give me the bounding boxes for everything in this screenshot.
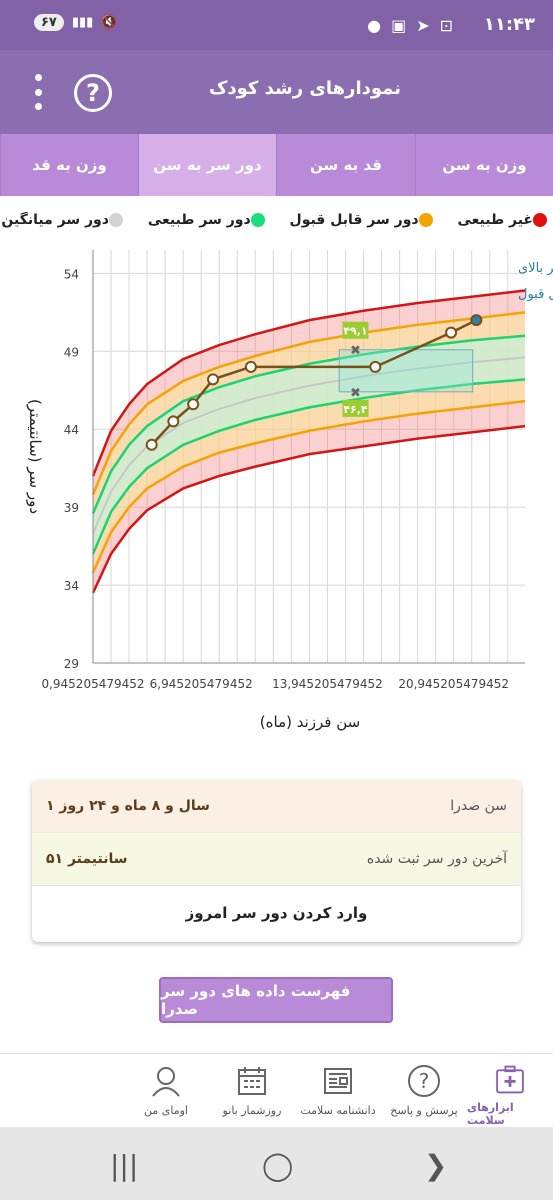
data-point [369, 360, 382, 373]
recents-icon[interactable]: ||| [110, 1149, 138, 1182]
nav-profile-label: اومای من [144, 1104, 188, 1117]
last-measure-value: ۵۱ سانتیمتر [46, 851, 128, 867]
legend-median: دور سر میانگین [1, 212, 129, 228]
screenshot-icon: ⊡ [439, 16, 453, 35]
x-tick-label: 20,945205479452 [398, 677, 509, 691]
x-tick-label: 0,945205479452 [41, 677, 144, 691]
annotation-text-1: ۰/۶ سانتیمتر بالای [518, 261, 553, 276]
tab-weight-height[interactable]: وزن به قد [0, 134, 138, 196]
growth-chart[interactable]: 29 34 39 44 49 54 0,945205479452 6,945205479452… [0, 240, 553, 750]
legend-abnormal: غیر طبیعی [457, 212, 553, 228]
chart-tabs: وزن به سن قد به سن دور سر به سن وزن به ق… [0, 134, 553, 196]
page-title: نمودارهای رشد کودک [208, 78, 401, 99]
svg-text:?: ? [419, 1069, 430, 1093]
y-axis-label: دور سر (سانتیمتر) [26, 399, 44, 514]
back-icon[interactable]: ❯ [424, 1149, 447, 1182]
info-card: ۱ سال و ۸ ماه و ۲۴ روز سن صدرا ۵۱ سانتیم… [32, 780, 521, 942]
legend-dot-median [108, 213, 123, 227]
nav-calendar[interactable]: روزشمار بانو [209, 1054, 295, 1127]
profile-icon [152, 1067, 180, 1097]
y-tick-label: 44 [64, 423, 79, 437]
tab-weight-age[interactable]: وزن به سن [415, 134, 553, 196]
range-marker: ✖ [350, 386, 361, 401]
nav-encyclopedia[interactable]: دانشنامه سلامت [295, 1054, 381, 1127]
annotation-text-2: دوده دور سر قابل قبول [518, 287, 553, 302]
last-measure-row: ۵۱ سانتیمتر آخرین دور سر ثبت شده [32, 833, 521, 886]
x-tick-label: 6,945205479452 [150, 677, 253, 691]
bottom-nav: ابزارهای سلامت ? پرسش و پاسخ دانشنامه سل… [0, 1053, 553, 1127]
clock: ۱۱:۴۳ [483, 14, 535, 35]
nav-qa-label: پرسش و پاسخ [390, 1104, 458, 1117]
dot-icon: ● [367, 16, 382, 35]
enter-today-button[interactable]: وارد کردن دور سر امروز [32, 886, 521, 939]
nav-health-tools-label: ابزارهای سلامت [467, 1101, 514, 1127]
legend-normal: دور سر طبیعی [148, 212, 271, 228]
calendar-icon [238, 1067, 266, 1095]
last-measure-label: آخرین دور سر ثبت شده [366, 851, 507, 867]
data-point [145, 438, 158, 451]
data-point [207, 373, 220, 386]
tab-height-age[interactable]: قد به سن [276, 134, 415, 196]
app-bar: ? نمودارهای رشد کودک [0, 50, 553, 134]
signal-icon: ▮▮▮ [71, 15, 94, 30]
chart-legend: غیر طبیعی دور سر قابل قبول دور سر طبیعی … [0, 212, 553, 240]
range-label-high: ۴۹,۱ [343, 325, 367, 338]
y-tick-label: 34 [64, 579, 79, 593]
nav-qa[interactable]: ? پرسش و پاسخ [381, 1054, 467, 1127]
y-tick-label: 54 [64, 267, 79, 281]
y-tick-label: 39 [64, 501, 79, 515]
age-label: سن صدرا [450, 798, 507, 814]
nav-calendar-label: روزشمار بانو [222, 1104, 282, 1117]
app-icon: ▣ [391, 16, 407, 35]
newspaper-icon [324, 1068, 352, 1094]
data-point [445, 326, 458, 339]
age-row: ۱ سال و ۸ ماه و ۲۴ روز سن صدرا [32, 780, 521, 833]
nav-profile[interactable]: اومای من [123, 1054, 209, 1127]
status-right-icons: ● ▣ ➤ ⊡ [367, 16, 453, 35]
nav-health-tools[interactable]: ابزارهای سلامت [467, 1054, 553, 1127]
range-marker: ✖ [350, 344, 361, 359]
legend-dot-abnormal [533, 213, 547, 227]
question-icon: ? [408, 1065, 440, 1097]
home-icon[interactable]: ◯ [262, 1149, 293, 1182]
battery-indicator: ۶۷ [34, 14, 64, 31]
y-tick-label: 49 [64, 345, 79, 359]
legend-dot-acceptable [418, 213, 433, 227]
data-point [187, 398, 200, 411]
mute-icon: 🔇 [101, 15, 118, 30]
more-vert-icon[interactable] [28, 74, 48, 110]
tab-head-age[interactable]: دور سر به سن [138, 134, 276, 196]
growth-chart-svg[interactable]: 29 34 39 44 49 54 0,945205479452 6,945205479452… [0, 240, 553, 750]
data-point [470, 314, 483, 327]
status-left-icons: ۶۷ ▮▮▮ 🔇 [34, 14, 118, 31]
age-value: ۱ سال و ۸ ماه و ۲۴ روز [46, 798, 210, 814]
send-icon: ➤ [416, 16, 430, 35]
legend-dot-normal [250, 213, 265, 227]
data-list-button[interactable]: فهرست داده های دور سر صدرا [159, 977, 393, 1023]
nav-encyclopedia-label: دانشنامه سلامت [300, 1104, 376, 1117]
x-axis-label: سن فرزند (ماه) [260, 713, 360, 731]
system-nav-bar: ||| ◯ ❯ [0, 1127, 553, 1200]
status-bar: ۶۷ ▮▮▮ 🔇 ● ▣ ➤ ⊡ ۱۱:۴۳ [0, 0, 553, 50]
range-label-low: ۴۶,۴ [343, 403, 368, 416]
data-point [244, 360, 257, 373]
help-circle-icon[interactable]: ? [74, 74, 112, 112]
y-tick-label: 29 [64, 657, 79, 671]
x-tick-label: 13,945205479452 [272, 677, 383, 691]
health-kit-icon [496, 1065, 524, 1094]
data-point [167, 415, 180, 428]
legend-acceptable: دور سر قابل قبول [290, 212, 439, 228]
